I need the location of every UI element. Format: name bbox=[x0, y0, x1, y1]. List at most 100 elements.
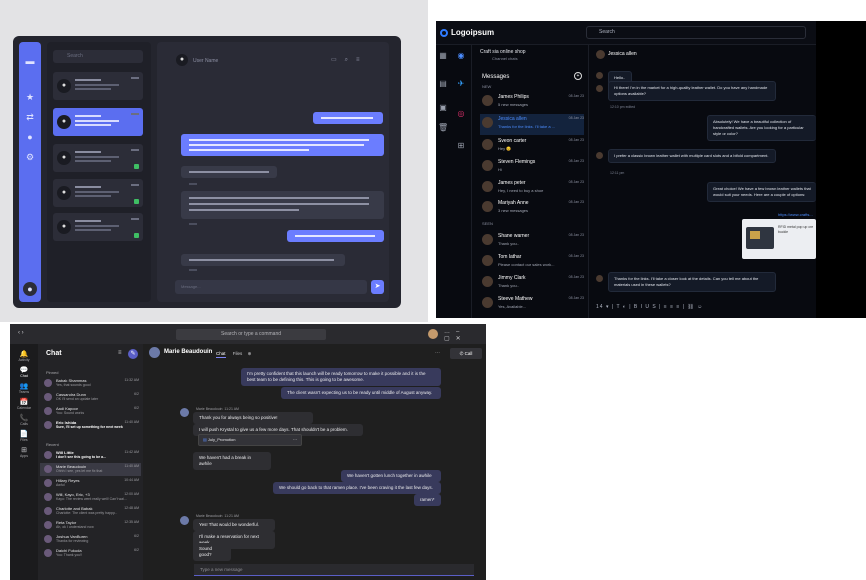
list-item[interactable]: ● bbox=[53, 144, 143, 172]
window-controls[interactable]: …–▢✕ bbox=[444, 329, 486, 342]
messenger-icon[interactable]: ◉ bbox=[456, 51, 466, 61]
inbox-icon[interactable]: ▤ bbox=[438, 79, 448, 89]
tab-chat[interactable]: Chat bbox=[216, 351, 226, 358]
apps-icon[interactable]: ⊞ Apps bbox=[14, 446, 34, 458]
more-options-icon[interactable]: ⋯ bbox=[435, 350, 440, 356]
search-input[interactable]: Search bbox=[586, 26, 806, 39]
avatar bbox=[596, 85, 603, 92]
list-item[interactable]: Reta Taylor Ah, ok I understand now 12:35 … bbox=[40, 519, 141, 532]
message-bubble: Thank you for always being so positive! bbox=[193, 412, 313, 424]
list-item[interactable]: ● bbox=[53, 213, 143, 241]
list-item[interactable]: Hillary Reyes Awful 10:44 AM bbox=[40, 477, 141, 490]
star-icon[interactable]: ★ bbox=[25, 92, 35, 102]
message-bubble bbox=[181, 134, 384, 156]
purple-chat-app: ▬ ★ ⇄ ● ⚙ ● Search ● ● ● ● ● ● User Name… bbox=[13, 36, 401, 308]
message-bubble: We haven't had a break in awhile bbox=[193, 452, 271, 470]
list-item[interactable]: Shane warner Thank you.. 08 Jan 23 bbox=[480, 231, 584, 252]
avatar bbox=[44, 535, 52, 543]
formatting-toolbar[interactable]: 14 ▾ | T ◐ | B I U S | ≡ ≡ ≡ | ⛓ ☺ bbox=[596, 304, 816, 316]
activity-icon[interactable]: 🔔 Activity bbox=[14, 350, 34, 362]
telegram-icon[interactable]: ✈ bbox=[456, 79, 466, 89]
tab-files[interactable]: Files bbox=[233, 351, 243, 356]
list-item[interactable]: Will, Kayo, Eric, +3 Kayo: The review wen… bbox=[40, 491, 141, 504]
list-item[interactable]: Jimmy Clark Thank you.. 08 Jan 23 bbox=[480, 273, 584, 294]
list-item[interactable]: Tom lathar Please contact our sales work.… bbox=[480, 252, 584, 273]
message-bubble bbox=[181, 166, 277, 178]
list-item[interactable]: Will Little I don't see this going to be … bbox=[40, 449, 141, 462]
add-icon[interactable]: ⊞ bbox=[456, 141, 466, 151]
list-item[interactable]: Jessica allen Thanks for the links. I'll … bbox=[480, 114, 584, 135]
instagram-icon[interactable]: ◎ bbox=[456, 109, 466, 119]
unread-badge bbox=[134, 164, 139, 169]
compose-input[interactable]: Type a new message bbox=[194, 564, 474, 576]
files-icon[interactable]: 📄 Files bbox=[14, 430, 34, 442]
list-item[interactable]: Charlotte and Babak Charlotte: The client… bbox=[40, 505, 141, 518]
share-icon[interactable]: ⇄ bbox=[25, 112, 35, 122]
list-item[interactable]: ● bbox=[53, 179, 143, 207]
list-item[interactable]: ● bbox=[53, 72, 143, 100]
search-input[interactable]: Search or type a command bbox=[176, 329, 326, 340]
new-chat-icon[interactable]: ✎ bbox=[128, 349, 138, 359]
back-forward-icon[interactable]: ‹ › bbox=[18, 330, 24, 336]
avatar bbox=[596, 152, 603, 159]
avatar bbox=[44, 407, 52, 415]
avatar bbox=[44, 479, 52, 487]
unread-badge bbox=[134, 233, 139, 238]
list-item[interactable]: Marie Beaudouin Ohhh I see, yes let me fi… bbox=[40, 463, 141, 476]
call-button[interactable]: ✆ Call bbox=[450, 348, 482, 359]
box-icon[interactable]: ▣ bbox=[438, 103, 448, 113]
chat-icon[interactable]: ▬ bbox=[25, 56, 35, 66]
filter-icon[interactable]: ≡ bbox=[118, 350, 122, 356]
product-card[interactable]: RFID metal pop up cre buckle bbox=[742, 219, 816, 259]
list-item[interactable]: Steven Flemings Hi 08 Jan 23 bbox=[480, 157, 584, 178]
profile-avatar[interactable]: ● bbox=[23, 282, 37, 296]
message-bubble: The client wasn't expecting us to be rea… bbox=[281, 387, 441, 399]
list-item[interactable]: Cassandra Dunn OK I'll send an update lat… bbox=[40, 391, 141, 404]
list-item[interactable]: Eric Ishida Sure, I'll set up something f… bbox=[40, 419, 141, 432]
calls-icon[interactable]: 📞 Calls bbox=[14, 414, 34, 426]
list-item[interactable]: Sveon carter Hey 😊 08 Jan 23 bbox=[480, 136, 584, 157]
user-icon[interactable]: ● bbox=[25, 132, 35, 142]
timestamp: 12:11 pm bbox=[610, 171, 625, 175]
list-item[interactable]: Joshua VanBuren Thanks for reviewing 6/2 bbox=[40, 533, 141, 546]
new-message-icon[interactable]: + bbox=[574, 72, 582, 80]
calendar-icon[interactable]: 📅 Calendar bbox=[14, 398, 34, 410]
message-bubble: Yes! That would be wonderful. bbox=[193, 519, 275, 531]
list-item[interactable]: Babak Shammas Yes, that sounds good 11:32 … bbox=[40, 377, 141, 390]
add-tab-icon[interactable]: ⊕ bbox=[248, 351, 252, 356]
header-actions[interactable]: ▭⌕≡ bbox=[331, 56, 368, 64]
file-attachment[interactable]: ▤ July_Promotion ⋯ bbox=[198, 434, 302, 446]
channel-subtitle: Channel chats bbox=[492, 56, 518, 61]
wallet-image bbox=[746, 227, 774, 249]
chat-list-title[interactable]: Chat bbox=[46, 350, 62, 357]
sender-meta: Marie Beaudouin 11:21 AM bbox=[196, 407, 239, 411]
window-edge bbox=[816, 21, 866, 318]
gear-icon[interactable]: ⚙ bbox=[25, 152, 35, 162]
chat-header-name: Marie Beaudouin bbox=[164, 349, 213, 355]
grid-icon[interactable]: ▦ bbox=[438, 51, 448, 61]
message-input[interactable]: Message... bbox=[175, 280, 367, 294]
list-item[interactable]: James peter Hey, I need to buy a shoe 08 J… bbox=[480, 178, 584, 199]
message-bubble bbox=[181, 254, 345, 266]
logoipsum-messages-app: Logoipsum Search ▦ ◉ ▤ ✈ ▣ 🗑 ◎ ⊞ Craft s… bbox=[436, 21, 866, 318]
chat-icon[interactable]: 💬 Chat bbox=[14, 366, 34, 378]
logo-icon bbox=[440, 28, 448, 37]
list-item[interactable]: James Philips 5 new messages 08 Jan 23 bbox=[480, 92, 584, 113]
list-item[interactable]: ● bbox=[53, 108, 143, 136]
list-item[interactable]: Mariyah Anne 3 new messages 08 Jan 23 bbox=[480, 198, 584, 219]
avatar bbox=[44, 465, 52, 473]
trash-icon[interactable]: 🗑 bbox=[438, 123, 448, 133]
list-item[interactable]: Daichi Fukuda You: Thank you!! 6/2 bbox=[40, 547, 141, 560]
list-item[interactable]: Steeve Mathew Yes, Available... 08 Jan 23 bbox=[480, 294, 584, 315]
teams-icon[interactable]: 👥 Teams bbox=[14, 382, 34, 394]
search-input[interactable]: Search bbox=[53, 50, 143, 63]
list-item[interactable]: Aadi Kapoor You: Sound works 6/2 bbox=[40, 405, 141, 418]
avatar[interactable] bbox=[428, 329, 438, 339]
avatar: ● bbox=[57, 151, 71, 165]
send-button[interactable]: ➤ bbox=[371, 280, 384, 294]
product-link[interactable]: https://www.crafts... bbox=[778, 212, 813, 217]
chat-tabs: Chat Files ⊕ bbox=[216, 351, 252, 358]
message-bubble: We haven't gotten lunch together in awhi… bbox=[341, 470, 441, 482]
message-bubble bbox=[313, 112, 383, 124]
avatar bbox=[44, 393, 52, 401]
